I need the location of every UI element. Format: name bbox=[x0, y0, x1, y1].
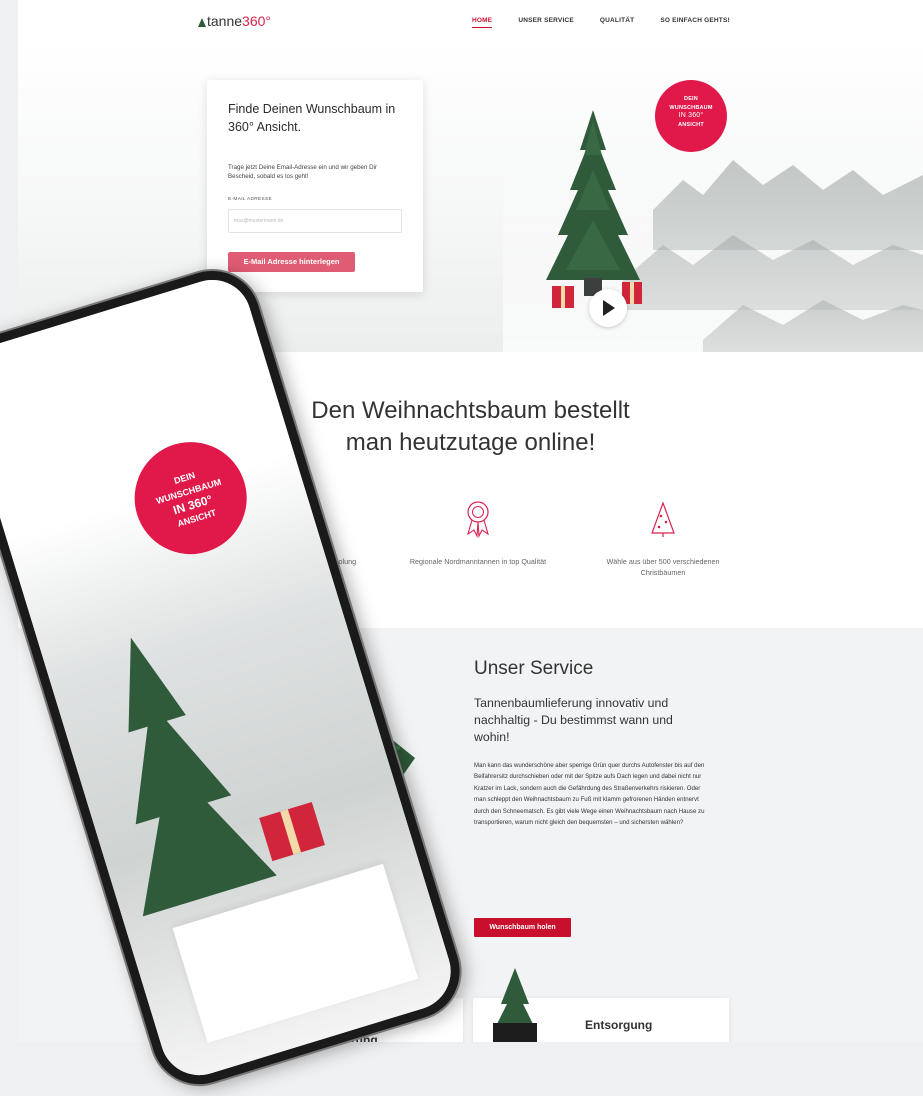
phone-badge: DEIN WUNSCHBAUM IN 360° ANSICHT bbox=[120, 428, 261, 569]
service-card-entsorgung: Entsorgung bbox=[473, 968, 729, 1042]
tree-logo-icon bbox=[198, 18, 206, 27]
email-field[interactable]: max@mustermann.de bbox=[228, 209, 402, 233]
badge-line-3: IN 360° bbox=[678, 112, 704, 119]
site-header: tanne360° HOME UNSER SERVICE QUALITÄT SO… bbox=[18, 0, 923, 40]
email-label: E-MAIL ADRESSE bbox=[228, 197, 273, 202]
badge-line-1: DEIN bbox=[684, 96, 698, 102]
feature-item: Regionale Nordmanntannen in top Qualität bbox=[403, 500, 553, 567]
wunschbaum-badge: DEIN WUNSCHBAUM IN 360° ANSICHT bbox=[655, 80, 727, 152]
hero-title: Finde Deinen Wunschbaum in 360° Ansicht. bbox=[228, 102, 396, 134]
service-heading: Unser Service bbox=[474, 658, 594, 679]
feature-text: Regionale Nordmanntannen in top Qualität bbox=[409, 557, 547, 566]
logo[interactable]: tanne360° bbox=[198, 13, 271, 29]
christmas-tree-icon bbox=[651, 501, 675, 537]
nav-unser-service[interactable]: UNSER SERVICE bbox=[518, 17, 574, 28]
logo-text: tanne bbox=[207, 13, 243, 29]
service-card-title: Entsorgung bbox=[585, 1018, 653, 1032]
hero-text: Trage jetzt Deine Email-Adresse ein und … bbox=[228, 164, 378, 180]
feature-text: Wähle aus über 500 verschiedenen Christb… bbox=[606, 557, 720, 577]
service-subheading: Tannenbaumlieferung innovativ und nachha… bbox=[474, 696, 673, 744]
feature-item: Wähle aus über 500 verschiedenen Christb… bbox=[588, 500, 738, 578]
tree-image bbox=[493, 968, 537, 1042]
badge-line-2: WUNSCHBAUM bbox=[669, 104, 713, 111]
wunschbaum-holen-button[interactable]: Wunschbaum holen bbox=[474, 918, 571, 937]
nav-so-einfach-gehts[interactable]: SO EINFACH GEHTS! bbox=[660, 17, 730, 28]
christmas-tree-image bbox=[546, 110, 642, 308]
play-button[interactable] bbox=[589, 289, 627, 327]
main-nav: HOME UNSER SERVICE QUALITÄT SO EINFACH G… bbox=[472, 17, 730, 28]
logo-accent: 360° bbox=[242, 13, 272, 29]
service-body: Man kann das wunderschöne aber sperrige … bbox=[474, 762, 705, 827]
nav-qualitaet[interactable]: QUALITÄT bbox=[600, 17, 634, 28]
nav-home[interactable]: HOME bbox=[472, 17, 493, 28]
award-ribbon-icon bbox=[467, 501, 489, 539]
badge-line-4: ANSICHT bbox=[678, 121, 704, 128]
